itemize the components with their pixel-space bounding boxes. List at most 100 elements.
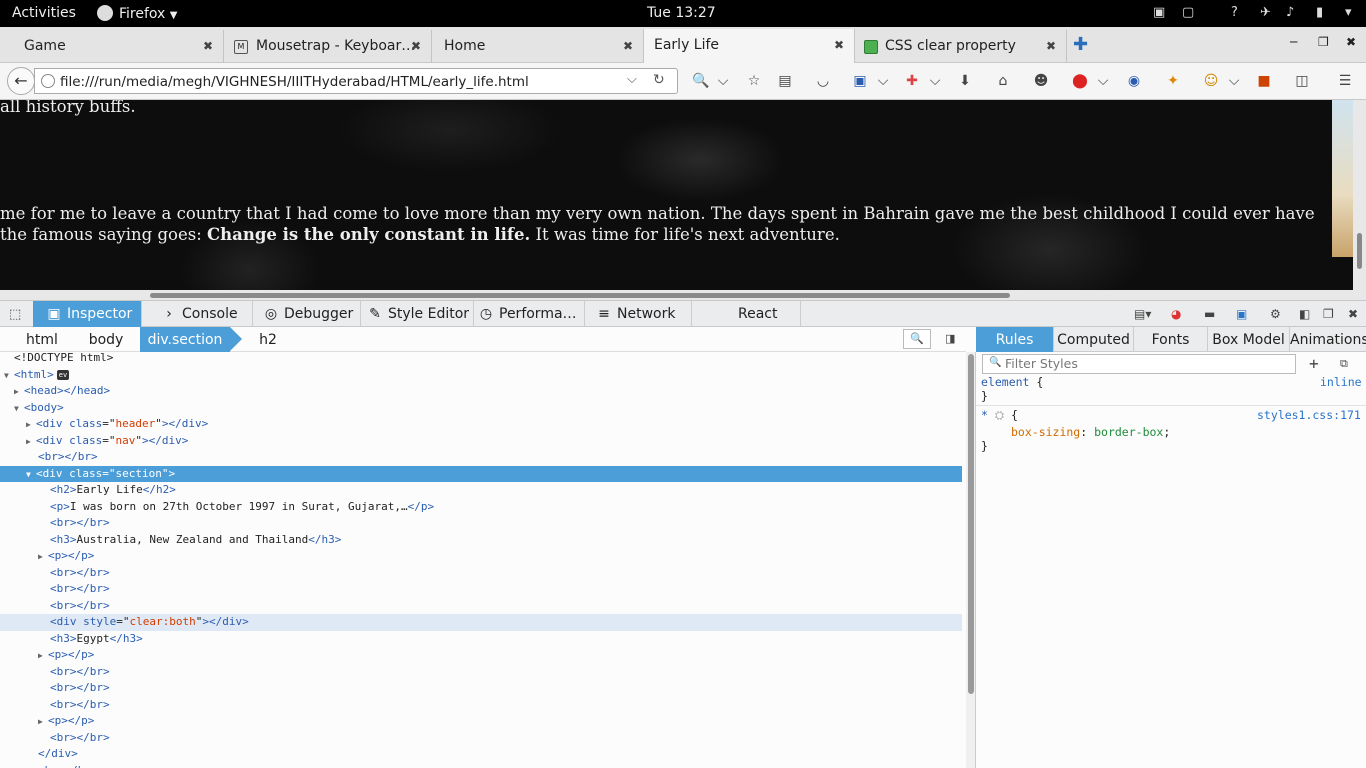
chrome-icon[interactable]: ◕	[1171, 307, 1181, 321]
markup-node[interactable]: <br></br>	[0, 449, 962, 466]
system-menu-icon[interactable]: ▾	[1345, 5, 1352, 20]
markup-node[interactable]: <!DOCTYPE html>	[0, 352, 962, 367]
expand-triangle-icon[interactable]: ▼	[14, 401, 24, 418]
chat-icon[interactable]: ☻	[1032, 72, 1050, 90]
markup-node[interactable]: <p>I was born on 27th October 1997 in Su…	[0, 499, 962, 516]
globe-icon[interactable]	[41, 74, 55, 88]
tab-react[interactable]: React	[692, 301, 801, 327]
search-dropdown-icon[interactable]: ⌵	[714, 72, 732, 90]
markup-node[interactable]: ▶ <p></p>	[0, 548, 962, 565]
globe-addon-icon[interactable]: ◉	[1125, 72, 1143, 90]
rule-selector[interactable]: * ⛭ {	[981, 408, 1018, 423]
tab-computed[interactable]: Computed	[1054, 327, 1134, 352]
expand-triangle-icon[interactable]: ▼	[4, 368, 14, 385]
adblock-dropdown-icon[interactable]: ⌵	[1094, 72, 1112, 90]
vertical-scrollbar[interactable]	[1353, 100, 1366, 290]
tab-animations[interactable]: Animations	[1290, 327, 1366, 352]
input-method-icon[interactable]: ▢	[1182, 5, 1194, 20]
breadcrumb-div-section[interactable]: div.section	[140, 327, 242, 352]
firebug-icon[interactable]: ✦	[1164, 72, 1182, 90]
markup-node[interactable]: <br></br>	[0, 515, 962, 532]
markup-node[interactable]: <br></br>	[0, 763, 962, 768]
tab-console[interactable]: › Console	[142, 301, 253, 327]
close-icon[interactable]: ✖	[623, 39, 633, 53]
history-dropdown-icon[interactable]: ⌵	[627, 72, 637, 87]
markup-node[interactable]: ▶ <head></head>	[0, 383, 962, 400]
tab-style-editor[interactable]: ✎ Style Editor	[361, 301, 474, 327]
greasemonkey-dropdown-icon[interactable]: ⌵	[1225, 72, 1243, 90]
collapsed-triangle-icon[interactable]: ▶	[14, 384, 24, 401]
markup-node[interactable]: <h2>Early Life</h2>	[0, 482, 962, 499]
back-button[interactable]: ←	[7, 67, 35, 95]
volume-icon[interactable]: ♪	[1286, 5, 1294, 20]
markup-node[interactable]: <br></br>	[0, 581, 962, 598]
tab-inspector[interactable]: ▣ Inspector	[33, 301, 142, 327]
tab-mousetrap[interactable]: M Mousetrap - Keyboar… ✖	[224, 30, 432, 63]
tab-box-model[interactable]: Box Model	[1208, 327, 1290, 352]
scrollbar-thumb[interactable]	[968, 354, 974, 694]
markup-node[interactable]: ▼ <body>	[0, 400, 962, 417]
markup-node[interactable]: <br></br>	[0, 598, 962, 615]
addon-dropdown-icon[interactable]: ⌵	[926, 72, 944, 90]
adblock-icon[interactable]: ⬤	[1071, 72, 1089, 90]
search-icon[interactable]: 🔍	[692, 72, 710, 90]
tab-fonts[interactable]: Fonts	[1134, 327, 1208, 352]
rule-source-link[interactable]: styles1.css:171	[1257, 408, 1361, 422]
tab-game[interactable]: Game ✖	[0, 30, 224, 63]
attr-value[interactable]: header	[116, 417, 156, 430]
toggle-sidebar-icon[interactable]: ◨	[945, 332, 955, 345]
tab-rules[interactable]: Rules	[976, 327, 1054, 352]
greasemonkey-icon[interactable]: ☺	[1202, 72, 1220, 90]
scratchpad-icon[interactable]: ▬	[1204, 307, 1215, 321]
collapsed-triangle-icon[interactable]: ▶	[38, 714, 48, 731]
markup-node[interactable]: ▶ <p></p>	[0, 647, 962, 664]
markup-node[interactable]: ▼ <html> ev	[0, 367, 962, 384]
close-devtools-icon[interactable]: ✖	[1348, 307, 1358, 321]
close-icon[interactable]: ✖	[411, 39, 421, 53]
close-icon[interactable]: ✖	[1046, 39, 1056, 53]
add-rule-icon[interactable]: +	[1309, 354, 1319, 373]
rule-selector[interactable]: element {	[981, 375, 1043, 389]
url-bar[interactable]: file:///run/media/megh/VIGHNESH/IIITHyde…	[34, 68, 678, 94]
tab-early-life[interactable]: Early Life ✖	[643, 29, 855, 63]
clock[interactable]: Tue 13:27	[647, 5, 716, 21]
event-badge[interactable]: ev	[56, 369, 70, 380]
screenshot-icon[interactable]: ◫	[1293, 72, 1311, 90]
element-picker-icon[interactable]: ⬚	[9, 307, 21, 322]
help-icon[interactable]: ?	[1231, 5, 1238, 20]
tab-debugger[interactable]: ◎ Debugger	[253, 301, 361, 327]
collapsed-triangle-icon[interactable]: ▶	[38, 549, 48, 566]
close-icon[interactable]: ✖	[834, 38, 844, 52]
filter-rule-icon[interactable]: ⛭	[995, 408, 1004, 422]
restore-icon[interactable]: ❐	[1318, 35, 1329, 49]
property-value[interactable]: border-box	[1094, 425, 1163, 439]
settings-gear-icon[interactable]: ⚙	[1270, 307, 1281, 321]
minimize-icon[interactable]: ─	[1290, 35, 1297, 49]
markup-node-hovered[interactable]: <div style="clear:both"></div>	[0, 614, 962, 631]
markup-node[interactable]: ▶ <div class="nav"></div>	[0, 433, 962, 450]
tab-performance[interactable]: ◷ Performa…	[474, 301, 585, 327]
home-icon[interactable]: ⌂	[994, 72, 1012, 90]
battery-icon[interactable]: ▮	[1316, 5, 1323, 20]
filter-styles-input[interactable]: 🔍 Filter Styles	[982, 354, 1296, 374]
tab-home[interactable]: Home ✖	[432, 30, 644, 63]
collapsed-triangle-icon[interactable]: ▶	[38, 648, 48, 665]
markup-node[interactable]: <h3>Egypt</h3>	[0, 631, 962, 648]
app-menu[interactable]: Firefox ▼	[97, 5, 178, 22]
hamburger-menu-icon[interactable]: ☰	[1336, 72, 1354, 90]
rule-source-link[interactable]: inline	[1320, 375, 1362, 389]
activities-button[interactable]: Activities	[12, 5, 76, 21]
markup-node[interactable]: <br></br>	[0, 697, 962, 714]
download-icon[interactable]: ⬇	[956, 72, 974, 90]
scrollbar-thumb[interactable]	[150, 293, 1010, 298]
url-text[interactable]: file:///run/media/megh/VIGHNESH/IIITHyde…	[60, 74, 529, 90]
horizontal-scrollbar[interactable]	[0, 290, 1366, 300]
markup-node[interactable]: ▶ <p></p>	[0, 713, 962, 730]
markup-node[interactable]: <h3>Australia, New Zealand and Thailand<…	[0, 532, 962, 549]
search-icon[interactable]: 🔍	[903, 329, 931, 349]
keyboard-icon[interactable]: ▣	[1153, 5, 1165, 20]
airplane-icon[interactable]: ✈	[1260, 5, 1271, 20]
reading-list-icon[interactable]: ▤	[776, 72, 794, 90]
collapsed-triangle-icon[interactable]: ▶	[26, 434, 36, 451]
dock-side-icon[interactable]: ◧	[1299, 307, 1310, 321]
